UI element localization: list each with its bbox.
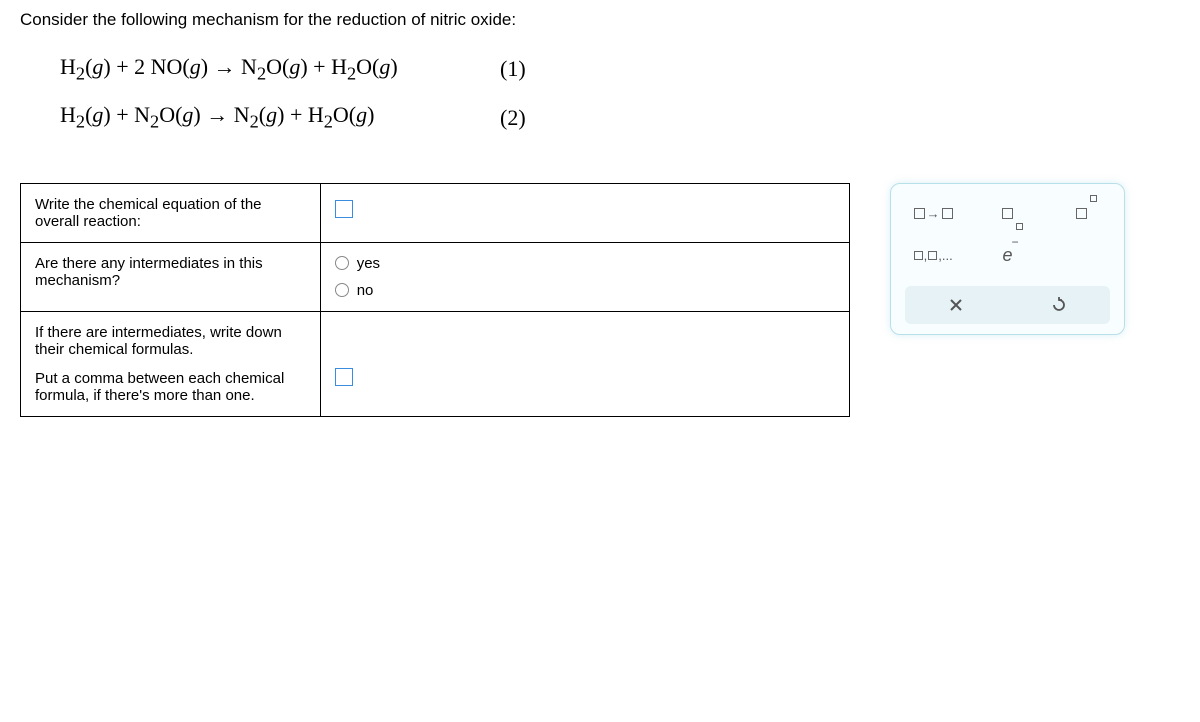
tool-panel: → ,,... e — [890, 183, 1125, 335]
radio-no-label: no — [357, 282, 374, 299]
question-intro: Consider the following mechanism for the… — [20, 10, 1180, 30]
row3-label-line1: If there are intermediates, write down t… — [35, 324, 306, 358]
equation-2-number: (2) — [500, 105, 526, 131]
row1-label: Write the chemical equation of the overa… — [21, 183, 321, 242]
row3-label-line2: Put a comma between each chemical formul… — [35, 370, 306, 404]
equation-1-number: (1) — [500, 56, 526, 82]
tool-superscript[interactable] — [1054, 198, 1110, 230]
equations-block: H2(g) + 2 NO(g) → N2O(g) + H2O(g) (1) H2… — [60, 54, 1180, 133]
intermediates-input[interactable] — [335, 368, 353, 386]
row2-input-cell: yes no — [320, 242, 849, 311]
tool-list[interactable]: ,,... — [905, 240, 961, 272]
tool-electron[interactable]: e — [979, 240, 1035, 272]
tool-empty — [1054, 240, 1110, 272]
radio-no[interactable]: no — [335, 282, 835, 299]
x-icon — [948, 297, 964, 313]
radio-circle-icon — [335, 283, 349, 297]
row3-input-cell — [320, 311, 849, 416]
undo-icon — [1050, 296, 1068, 314]
radio-circle-icon — [335, 256, 349, 270]
row1-input-cell — [320, 183, 849, 242]
clear-button[interactable] — [941, 294, 971, 316]
equation-2: H2(g) + N2O(g) → N2(g) + H2O(g) (2) — [60, 102, 1180, 132]
row3-label: If there are intermediates, write down t… — [21, 311, 321, 416]
tool-arrow[interactable]: → — [905, 198, 961, 230]
radio-yes-label: yes — [357, 255, 380, 272]
radio-yes[interactable]: yes — [335, 255, 835, 272]
answer-table: Write the chemical equation of the overa… — [20, 183, 850, 417]
reset-button[interactable] — [1044, 294, 1074, 316]
equation-1: H2(g) + 2 NO(g) → N2O(g) + H2O(g) (1) — [60, 54, 1180, 84]
row2-label: Are there any intermediates in this mech… — [21, 242, 321, 311]
tool-subscript[interactable] — [979, 198, 1035, 230]
equation-input[interactable] — [335, 200, 353, 218]
